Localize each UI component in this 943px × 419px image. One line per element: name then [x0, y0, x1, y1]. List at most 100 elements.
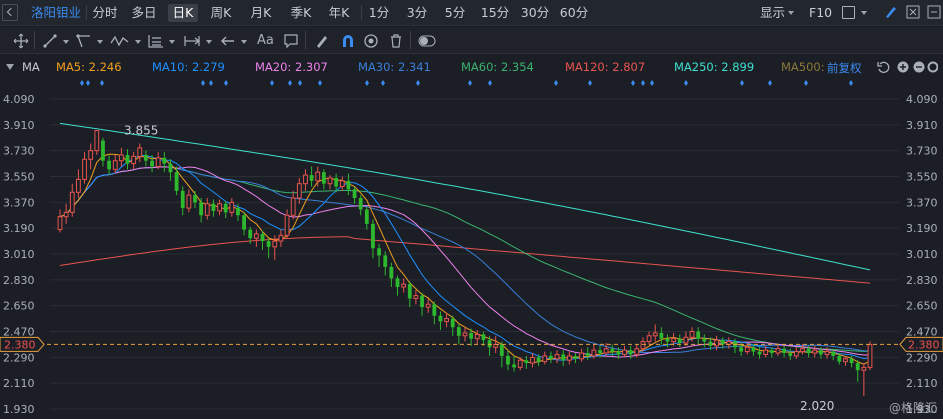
- watermark: @格隆汇: [888, 401, 937, 415]
- chevron-down-icon[interactable]: [63, 40, 69, 44]
- chevron-down-icon[interactable]: [206, 40, 212, 44]
- event-marker: [684, 80, 688, 86]
- candle-body: [57, 216, 63, 231]
- range-tool-icon[interactable]: [183, 33, 201, 49]
- magnet-icon[interactable]: [340, 33, 356, 49]
- candle-body: [861, 366, 867, 371]
- candle-body: [579, 352, 584, 360]
- candle-body: [506, 355, 510, 365]
- candle-body: [236, 208, 240, 216]
- f10-button[interactable]: F10: [809, 4, 832, 22]
- expand-icon[interactable]: [927, 5, 941, 19]
- candle-body: [290, 197, 296, 216]
- wave-tool-icon[interactable]: [110, 33, 130, 49]
- y-tick-label-left: 2.830: [3, 274, 35, 287]
- tab-quarterly-k[interactable]: 季K: [286, 4, 316, 22]
- candle-body: [549, 355, 553, 359]
- arrow-tool-icon[interactable]: [220, 33, 236, 49]
- chevron-down-icon[interactable]: [861, 11, 867, 15]
- tab-intraday[interactable]: 分时: [90, 4, 120, 22]
- candle-body: [407, 284, 412, 299]
- y-tick-label-left: 3.550: [3, 171, 35, 184]
- candle-body: [769, 350, 774, 354]
- tab-15min[interactable]: 15分: [480, 4, 510, 22]
- tab-1min[interactable]: 1分: [366, 4, 392, 22]
- candle-body: [450, 318, 455, 328]
- ma30-label: MA30: 2.341: [358, 60, 431, 74]
- candle-body: [260, 233, 265, 242]
- trash-icon[interactable]: [388, 33, 404, 49]
- pen-icon[interactable]: [314, 33, 330, 49]
- candle-body: [843, 358, 848, 363]
- candle-body: [413, 295, 419, 299]
- tab-60min[interactable]: 60分: [558, 4, 590, 22]
- ma120-label: MA120: 2.807: [565, 60, 646, 74]
- display-dropdown[interactable]: 显示: [760, 4, 795, 22]
- indicator-name[interactable]: MA: [22, 60, 40, 74]
- candle-body: [689, 331, 695, 338]
- candle-body: [168, 163, 173, 173]
- candle-body: [309, 175, 314, 181]
- brush-icon[interactable]: [883, 5, 897, 19]
- period-toolbar: 洛阳钼业 分时 多日 日K 周K 月K 季K 年K 1分 3分 5分 15分 3…: [0, 0, 943, 26]
- line-tool-icon[interactable]: [42, 33, 58, 49]
- candle-body: [242, 215, 246, 230]
- candle-body: [107, 160, 111, 170]
- chevron-down-icon[interactable]: [169, 40, 175, 44]
- remove-icon: [913, 61, 925, 73]
- candle-body: [788, 353, 793, 356]
- y-tick-label-left: 2.650: [3, 300, 35, 313]
- event-marker: [488, 80, 492, 86]
- chevron-down-icon[interactable]: [241, 40, 247, 44]
- candle-body: [125, 154, 130, 164]
- checkbox-icon[interactable]: [842, 6, 855, 19]
- tab-30min[interactable]: 30分: [519, 4, 551, 22]
- adjust-mode-button[interactable]: 前复权: [827, 60, 862, 76]
- collapse-arrow-icon[interactable]: [6, 64, 14, 70]
- kline-chart-area[interactable]: 4.090 4.090 3.910 3.910 3.730 3.730 3.550 3.550…: [0, 79, 943, 419]
- candle-body: [616, 351, 621, 355]
- display-label: 显示: [760, 5, 786, 20]
- toggle-icon[interactable]: [418, 34, 436, 48]
- back-icon[interactable]: [2, 4, 18, 21]
- current-price-label-right: 2.380: [908, 338, 940, 351]
- tab-multi-day[interactable]: 多日: [128, 4, 160, 22]
- candle-body: [420, 295, 424, 308]
- event-marker: [554, 80, 558, 86]
- candle-body: [702, 338, 707, 342]
- y-tick-label-right: 2.110: [906, 377, 938, 390]
- candle-body: [671, 338, 677, 343]
- channel-tool-icon[interactable]: [76, 33, 92, 49]
- tab-weekly-k[interactable]: 周K: [206, 4, 236, 22]
- tab-monthly-k[interactable]: 月K: [246, 4, 276, 22]
- candle-body: [542, 355, 548, 363]
- candle-body: [69, 191, 75, 213]
- candle-body: [714, 339, 719, 347]
- candle-body: [782, 348, 786, 354]
- event-marker: [740, 80, 744, 86]
- y-tick-label-right: 2.290: [906, 351, 938, 364]
- tab-daily-k[interactable]: 日K: [168, 4, 198, 22]
- chevron-down-icon[interactable]: [97, 40, 103, 44]
- candle-body: [266, 241, 271, 247]
- candle-body: [94, 130, 100, 152]
- y-tick-label-right: 3.910: [906, 119, 938, 132]
- fib-tool-icon[interactable]: [148, 33, 164, 49]
- tab-5min[interactable]: 5分: [442, 4, 468, 22]
- candle-body: [137, 147, 143, 157]
- candle-body: [223, 203, 228, 213]
- text-tool-icon[interactable]: Aa: [257, 32, 274, 49]
- stock-name[interactable]: 洛阳钼业: [30, 4, 82, 22]
- crosshair-icon[interactable]: [13, 33, 29, 49]
- candle-body: [118, 154, 124, 162]
- candle-body: [622, 349, 627, 355]
- eye-icon[interactable]: [363, 33, 379, 49]
- comment-tool-icon[interactable]: [283, 33, 299, 49]
- candle-body: [346, 180, 351, 190]
- close-icon[interactable]: [906, 5, 920, 19]
- tab-yearly-k[interactable]: 年K: [324, 4, 354, 22]
- candle-body: [696, 331, 701, 339]
- tab-3min[interactable]: 3分: [404, 4, 430, 22]
- y-tick-label-right: 2.650: [906, 300, 938, 313]
- chevron-down-icon[interactable]: [135, 40, 141, 44]
